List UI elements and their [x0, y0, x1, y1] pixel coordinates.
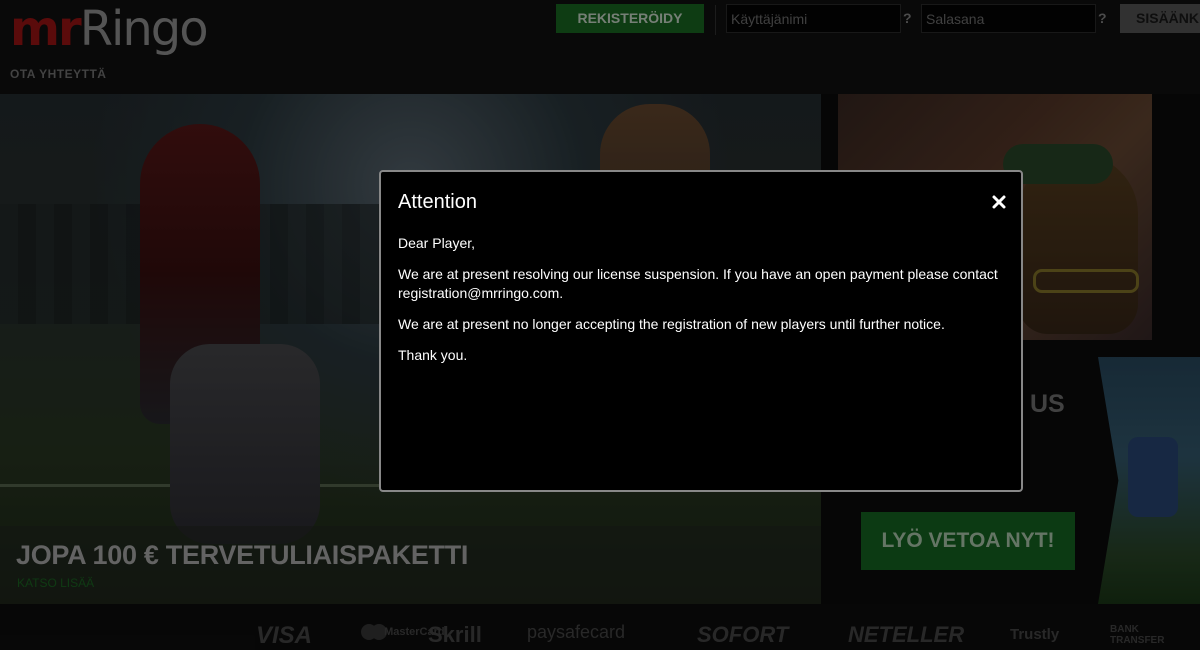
modal-paragraph-license: We are at present resolving our license …: [398, 266, 998, 301]
modal-title: Attention: [398, 191, 477, 213]
attention-modal: Attention Dear Player, We are at present…: [379, 170, 1023, 492]
modal-greeting: Dear Player,: [398, 235, 476, 251]
modal-paragraph-registration: We are at present no longer accepting th…: [398, 316, 945, 332]
modal-body: Dear Player, We are at present resolving…: [398, 234, 1008, 377]
modal-closing: Thank you.: [398, 347, 468, 363]
close-icon[interactable]: [991, 194, 1007, 210]
